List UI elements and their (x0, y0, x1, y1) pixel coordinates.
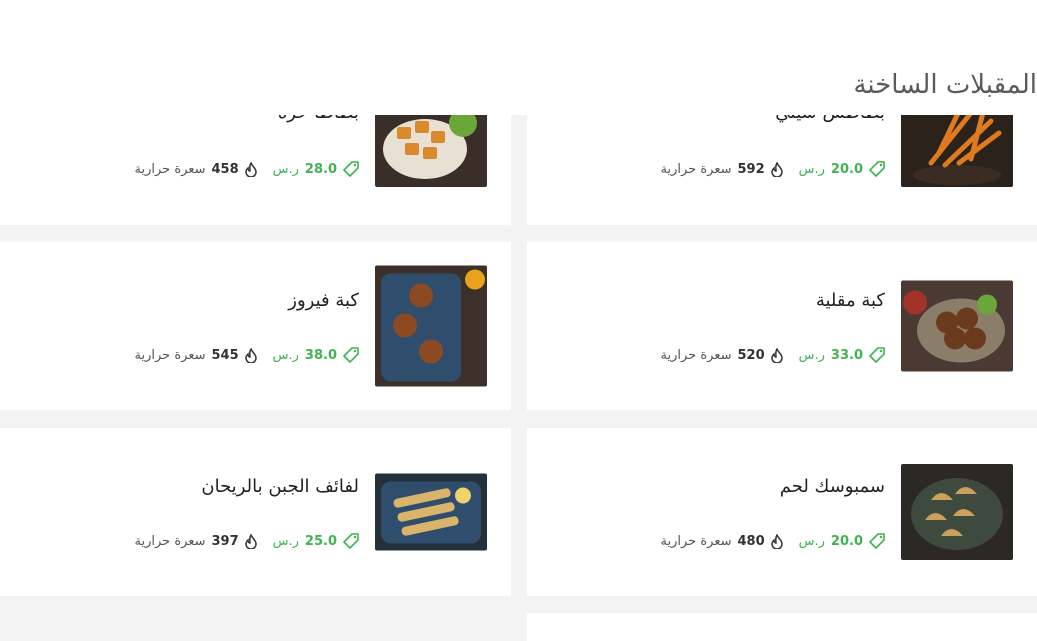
item-meta: 28.0 ر.س 458 سعرة حرارية (135, 161, 359, 177)
currency: ر.س (798, 161, 825, 177)
currency: ر.س (272, 533, 299, 549)
currency: ر.س (272, 161, 299, 177)
food-image (901, 464, 1013, 560)
calories: 458 سعرة حرارية (134, 161, 257, 177)
price: 25.0 ر.س (273, 533, 359, 549)
item-meta: 33.0 ر.س 520 سعرة حرارية (661, 347, 885, 363)
calories-value: 592 (737, 161, 765, 177)
price-value: 38.0 (304, 347, 337, 363)
menu-item-card[interactable]: سمبوسك لحم 20.0 ر.س 480 سعرة حرارية (527, 428, 1037, 596)
price-value: 25.0 (304, 533, 337, 549)
calories-value: 397 (211, 533, 239, 549)
calories: 397 سعرة حرارية (134, 533, 257, 549)
price-value: 20.0 (830, 161, 863, 177)
price-tag-icon (869, 161, 885, 177)
item-meta: 38.0 ر.س 545 سعرة حرارية (135, 347, 359, 363)
calories: 480 سعرة حرارية (660, 533, 783, 549)
price: 33.0 ر.س (799, 347, 885, 363)
item-meta: 20.0 ر.س 592 سعرة حرارية (661, 161, 885, 177)
price-value: 20.0 (830, 533, 863, 549)
calories-value: 480 (737, 533, 765, 549)
section-title: المقبلات الساخنة (853, 70, 1037, 100)
calories: 545 سعرة حرارية (134, 347, 257, 363)
menu-item-card[interactable]: كبة مقلية 33.0 ر.س 520 سعرة حرارية (527, 242, 1037, 410)
item-name: كبة فيروز (288, 290, 359, 311)
calories-label: سعرة حرارية (660, 161, 732, 177)
section-header: المقبلات الساخنة (0, 56, 1037, 115)
menu-item-card[interactable] (527, 613, 1037, 641)
menu-item-card[interactable]: لفائف الجبن بالريحان 25.0 ر.س 397 سعرة ح… (0, 428, 511, 596)
price-tag-icon (869, 347, 885, 363)
price-tag-icon (869, 533, 885, 549)
menu-item-card[interactable]: كبة فيروز 38.0 ر.س 545 سعرة حرارية (0, 242, 511, 410)
price: 20.0 ر.س (799, 161, 885, 177)
calories-label: سعرة حرارية (660, 533, 732, 549)
food-image (375, 473, 487, 551)
calories-label: سعرة حرارية (660, 347, 732, 363)
price: 38.0 ر.س (273, 347, 359, 363)
item-meta: 20.0 ر.س 480 سعرة حرارية (661, 533, 885, 549)
price-tag-icon (343, 347, 359, 363)
item-meta: 25.0 ر.س 397 سعرة حرارية (135, 533, 359, 549)
flame-icon (770, 533, 783, 549)
top-bar (0, 0, 1037, 56)
calories-label: سعرة حرارية (134, 533, 206, 549)
item-name: سمبوسك لحم (779, 476, 885, 497)
price: 28.0 ر.س (273, 161, 359, 177)
item-name: كبة مقلية (815, 290, 885, 311)
price-tag-icon (343, 533, 359, 549)
flame-icon (244, 347, 257, 363)
flame-icon (244, 161, 257, 177)
price-value: 33.0 (830, 347, 863, 363)
price-value: 28.0 (304, 161, 337, 177)
flame-icon (770, 347, 783, 363)
calories-label: سعرة حرارية (134, 347, 206, 363)
calories-label: سعرة حرارية (134, 161, 206, 177)
food-image (375, 265, 487, 387)
price-tag-icon (343, 161, 359, 177)
price: 20.0 ر.س (799, 533, 885, 549)
item-name: لفائف الجبن بالريحان (201, 476, 359, 497)
calories-value: 458 (211, 161, 239, 177)
calories-value: 545 (211, 347, 239, 363)
food-image (901, 280, 1013, 372)
currency: ر.س (272, 347, 299, 363)
calories: 592 سعرة حرارية (660, 161, 783, 177)
flame-icon (244, 533, 257, 549)
calories: 520 سعرة حرارية (660, 347, 783, 363)
calories-value: 520 (737, 347, 765, 363)
currency: ر.س (798, 533, 825, 549)
currency: ر.س (798, 347, 825, 363)
flame-icon (770, 161, 783, 177)
